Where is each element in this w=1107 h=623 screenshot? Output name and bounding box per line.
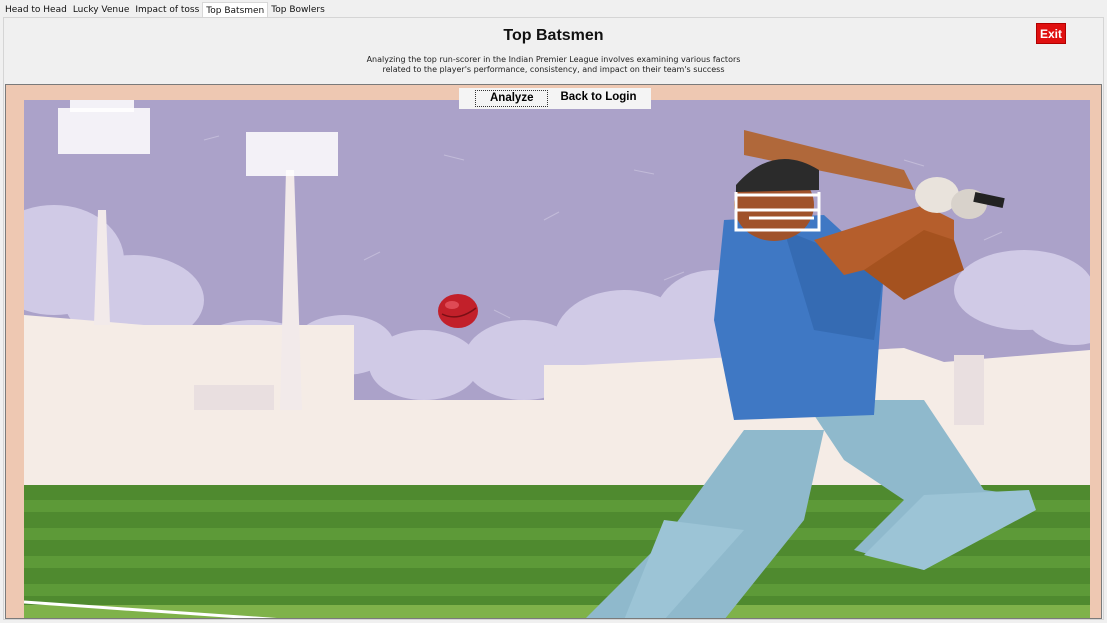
description-line-1: Analyzing the top run-scorer in the Indi…: [366, 55, 741, 64]
tab-top-bowlers[interactable]: Top Bowlers: [268, 2, 328, 18]
analyze-button[interactable]: Analyze: [475, 90, 549, 107]
illustration-frame: Analyze Back to Login: [5, 84, 1102, 619]
exit-button[interactable]: Exit: [1036, 23, 1066, 44]
tab-head-to-head[interactable]: Head to Head: [2, 2, 70, 18]
tab-impact-of-toss[interactable]: Impact of toss: [132, 2, 202, 18]
header: Top Batsmen Analyzing the top run-scorer…: [4, 18, 1103, 84]
cricket-ball: [438, 294, 478, 328]
cricket-batsman-illustration: [24, 100, 1090, 618]
app-window: Head to Head Lucky Venue Impact of toss …: [0, 0, 1107, 623]
action-bar: Analyze Back to Login: [459, 88, 651, 109]
tab-bar: Head to Head Lucky Venue Impact of toss …: [2, 2, 328, 19]
page-title: Top Batsmen: [503, 27, 604, 44]
back-to-login-button[interactable]: Back to Login: [558, 90, 639, 107]
page-description: Analyzing the top run-scorer in the Indi…: [4, 55, 1103, 75]
tab-panel: Top Batsmen Analyzing the top run-scorer…: [3, 17, 1104, 620]
tab-lucky-venue[interactable]: Lucky Venue: [70, 2, 133, 18]
description-line-2: related to the player's performance, con…: [382, 65, 725, 74]
